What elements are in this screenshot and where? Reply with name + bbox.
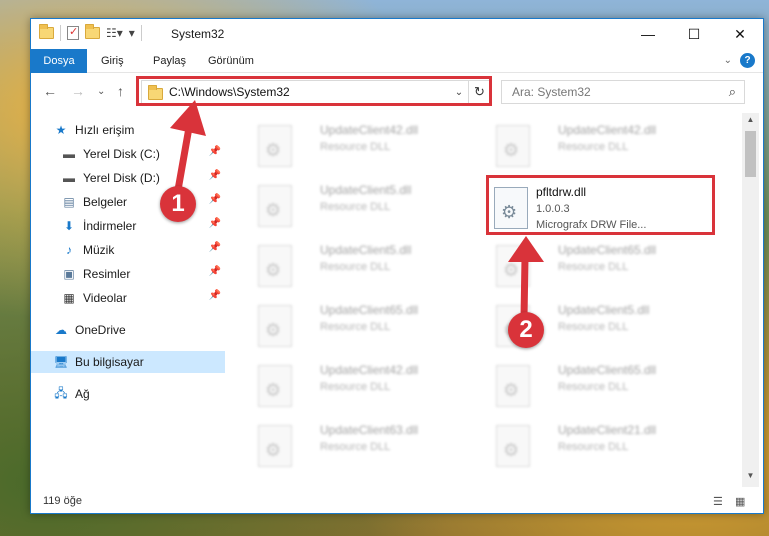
step-marker-2: 2 [508, 312, 544, 348]
arrow-2 [520, 254, 529, 322]
arrow-2-head [508, 236, 544, 262]
arrow-1 [174, 118, 194, 194]
annotation-arrows [170, 100, 544, 322]
step-marker-1: 1 [160, 186, 196, 222]
arrow-1-head [170, 100, 206, 136]
